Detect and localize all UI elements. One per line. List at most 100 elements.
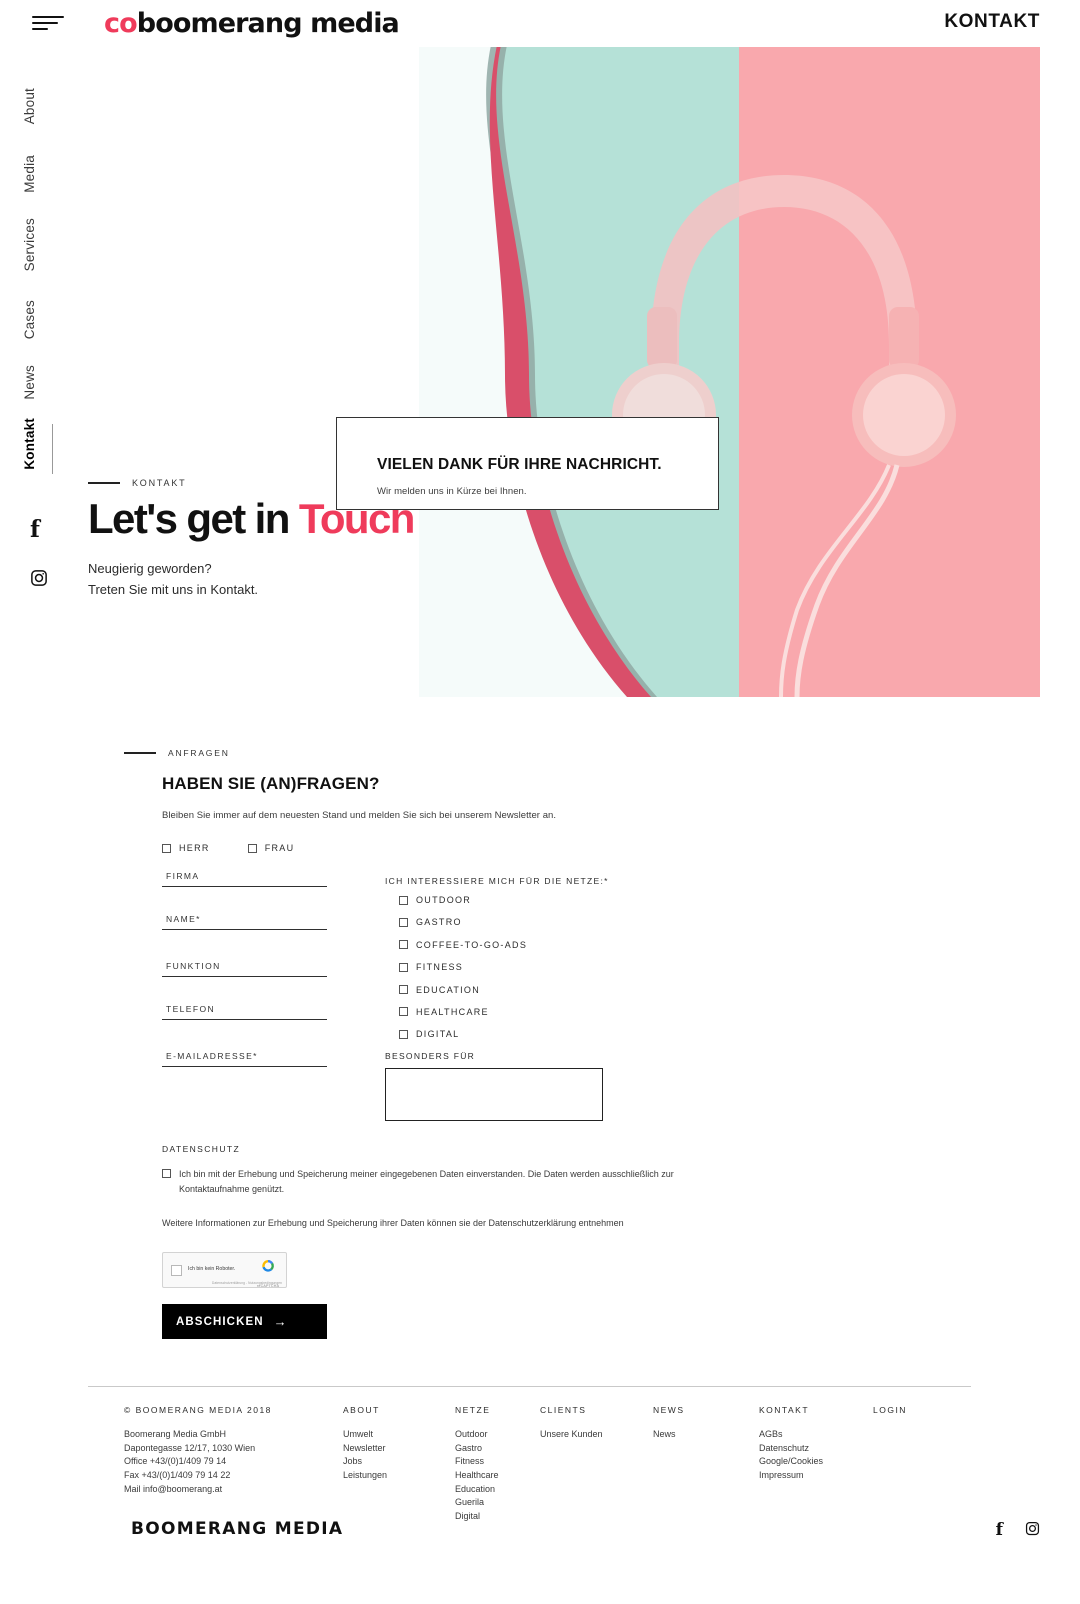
- footer-link[interactable]: Guerila: [455, 1496, 499, 1510]
- checkbox-label: EDUCATION: [416, 984, 481, 995]
- checkbox-label: HEALTHCARE: [416, 1006, 489, 1017]
- checkbox-herr[interactable]: HERR: [162, 843, 210, 853]
- besonders-textarea[interactable]: [385, 1068, 603, 1121]
- facebook-icon[interactable]: f: [996, 1522, 1003, 1540]
- field-firma[interactable]: FIRMA: [162, 871, 327, 887]
- footer-link[interactable]: Unsere Kunden: [540, 1428, 603, 1442]
- footer-link[interactable]: Google/Cookies: [759, 1455, 823, 1469]
- footer-link[interactable]: Outdoor: [455, 1428, 499, 1442]
- facebook-glyph: f: [30, 516, 40, 543]
- form-eyebrow-label: ANFRAGEN: [168, 748, 230, 758]
- footer-link[interactable]: Education: [455, 1483, 499, 1497]
- checkbox-box[interactable]: [399, 985, 408, 995]
- field-name[interactable]: NAME*: [162, 914, 327, 930]
- sidebar-item-kontakt[interactable]: Kontakt: [22, 418, 37, 470]
- checkbox-box[interactable]: [399, 1007, 408, 1017]
- footer-link[interactable]: Impressum: [759, 1469, 823, 1483]
- sidebar-item-services[interactable]: Services: [22, 218, 37, 271]
- sidebar-active-indicator: [52, 424, 53, 474]
- footer-logo: BOOMERANG MEDIA: [131, 1519, 344, 1539]
- topbar-kontakt-link[interactable]: KONTAKT: [944, 11, 1040, 33]
- form-eyebrow: ANFRAGEN: [124, 746, 994, 760]
- field-funktion[interactable]: FUNKTION: [162, 961, 327, 977]
- footer-link[interactable]: Jobs: [343, 1455, 387, 1469]
- checkbox-label: FITNESS: [416, 962, 464, 973]
- sidebar-item-cases[interactable]: Cases: [22, 300, 37, 339]
- form-description: Bleiben Sie immer auf dem neuesten Stand…: [162, 810, 557, 821]
- checkbox-box[interactable]: [247, 843, 257, 853]
- footer-link[interactable]: Newsletter: [343, 1442, 387, 1456]
- field-email[interactable]: E-MAILADRESSE*: [162, 1051, 327, 1067]
- checkbox-education[interactable]: EDUCATION: [399, 985, 527, 995]
- eyebrow-dash: [88, 482, 120, 484]
- footer-col-login: LOGIN: [873, 1405, 907, 1428]
- field-label: FUNKTION: [166, 961, 221, 971]
- footer-link[interactable]: Healthcare: [455, 1469, 499, 1483]
- sidebar-item-news[interactable]: News: [22, 365, 37, 400]
- footer-col-news: NEWS News: [653, 1405, 685, 1442]
- footer-link[interactable]: Fitness: [455, 1455, 499, 1469]
- submit-button[interactable]: ABSCHICKEN →: [162, 1304, 327, 1339]
- besonders-label: BESONDERS FÜR: [385, 1051, 476, 1061]
- checkbox-box[interactable]: [399, 940, 408, 950]
- checkbox-coffee-to-go-ads[interactable]: COFFEE-TO-GO-ADS: [399, 940, 527, 950]
- hero-subtext: Neugierig geworden? Treten Sie mit uns i…: [88, 559, 414, 599]
- checkbox-box[interactable]: [162, 843, 171, 853]
- facebook-icon[interactable]: f: [30, 516, 50, 543]
- field-telefon[interactable]: TELEFON: [162, 1004, 327, 1020]
- checkbox-box[interactable]: [399, 1029, 408, 1039]
- checkbox-healthcare[interactable]: HEALTHCARE: [399, 1007, 527, 1017]
- footer-divider: [88, 1386, 971, 1387]
- checkbox-fitness[interactable]: FITNESS: [399, 962, 527, 972]
- field-label: TELEFON: [166, 1004, 216, 1014]
- footer-col-heading: CLIENTS: [540, 1405, 587, 1415]
- page-root: coboomerang media KONTAKT About Media Se…: [0, 0, 1080, 1604]
- sidebar-item-media[interactable]: Media: [22, 155, 37, 193]
- checkbox-box[interactable]: [399, 917, 408, 927]
- hero-image: [419, 45, 1040, 697]
- checkbox-outdoor[interactable]: OUTDOOR: [399, 895, 527, 905]
- checkbox-label: OUTDOOR: [416, 895, 472, 905]
- field-underline: [162, 886, 327, 887]
- footer-col-about: ABOUT Umwelt Newsletter Jobs Leistungen: [343, 1405, 387, 1483]
- contact-form-section: ANFRAGEN HABEN SIE (AN)FRAGEN? Bleiben S…: [124, 746, 994, 1361]
- headline-primary: Let's get in: [88, 495, 299, 542]
- arrow-right-icon: →: [273, 1314, 287, 1329]
- footer-col-heading[interactable]: LOGIN: [873, 1405, 907, 1415]
- facebook-glyph: f: [995, 1520, 1003, 1540]
- hamburger-icon[interactable]: [32, 16, 64, 32]
- footer-col-company: © BOOMERANG MEDIA 2018 Boomerang Media G…: [124, 1405, 272, 1496]
- checkbox-label: COFFEE-TO-GO-ADS: [416, 939, 528, 950]
- modal-title: VIELEN DANK FÜR IHRE NACHRICHT.: [377, 456, 662, 473]
- checkbox-box[interactable]: [162, 1169, 171, 1178]
- checkbox-frau[interactable]: FRAU: [247, 843, 295, 853]
- footer-link[interactable]: Leistungen: [343, 1469, 387, 1483]
- footer-link[interactable]: AGBs: [759, 1428, 823, 1442]
- recaptcha-widget[interactable]: Ich bin kein Roboter. reCAPTCHA Datensch…: [162, 1252, 287, 1288]
- footer-link[interactable]: Digital: [455, 1510, 499, 1524]
- footer-link[interactable]: News: [653, 1428, 685, 1442]
- footer-col-clients: CLIENTS Unsere Kunden: [540, 1405, 603, 1442]
- field-underline: [162, 976, 327, 977]
- top-bar: coboomerang media KONTAKT: [0, 0, 1080, 47]
- instagram-icon[interactable]: [30, 569, 50, 589]
- footer-col-netze: NETZE Outdoor Gastro Fitness Healthcare …: [455, 1405, 499, 1524]
- form-columns: FIRMA NAME* FUNKTION TELEFON E-MAILADRES…: [124, 871, 994, 1361]
- checkbox-box[interactable]: [399, 895, 408, 905]
- footer-link[interactable]: Umwelt: [343, 1428, 387, 1442]
- footer-address-line: Office +43/(0)1/409 79 14: [124, 1456, 227, 1467]
- footer-copyright: © BOOMERANG MEDIA 2018: [124, 1405, 272, 1415]
- brand-logo[interactable]: coboomerang media: [104, 8, 400, 39]
- footer-link[interactable]: Datenschutz: [759, 1442, 823, 1456]
- checkbox-box[interactable]: [399, 962, 408, 972]
- privacy-note: Weitere Informationen zur Erhebung und S…: [162, 1218, 624, 1229]
- checkbox-gastro[interactable]: GASTRO: [399, 917, 527, 927]
- hero-sub-line-1: Neugierig geworden?: [88, 561, 212, 577]
- instagram-icon[interactable]: [1025, 1521, 1040, 1541]
- sidebar-item-about[interactable]: About: [22, 88, 37, 124]
- checkbox-digital[interactable]: DIGITAL: [399, 1029, 527, 1039]
- footer-link[interactable]: Gastro: [455, 1442, 499, 1456]
- privacy-title: DATENSCHUTZ: [162, 1144, 241, 1154]
- checkbox-privacy-consent[interactable]: Ich bin mit der Erhebung und Speicherung…: [162, 1167, 802, 1196]
- recaptcha-checkbox[interactable]: [171, 1264, 182, 1276]
